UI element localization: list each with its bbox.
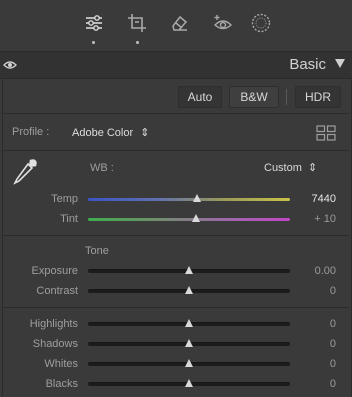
eye-icon[interactable] <box>3 58 17 72</box>
contrast-slider-thumb[interactable] <box>185 286 193 294</box>
chevron-updown-icon: ⇕ <box>140 127 150 139</box>
contrast-label: Contrast <box>36 285 78 297</box>
shadows-value[interactable]: 0 <box>300 338 336 350</box>
highlights-value[interactable]: 0 <box>300 318 336 330</box>
divider <box>3 113 349 114</box>
temp-label: Temp <box>51 193 78 205</box>
triangle-down-icon[interactable] <box>335 59 345 68</box>
auto-button[interactable]: Auto <box>178 86 222 108</box>
profile-select[interactable]: Adobe Color ⇕ <box>72 126 149 139</box>
shadows-label: Shadows <box>32 338 78 350</box>
edit-sliders-icon[interactable] <box>83 12 105 34</box>
crop-icon[interactable] <box>126 12 148 34</box>
tool-strip <box>0 0 352 50</box>
red-eye-icon[interactable] <box>212 12 234 34</box>
divider <box>3 235 349 236</box>
wb-value: Custom <box>264 162 302 174</box>
exposure-slider-thumb[interactable] <box>185 266 193 274</box>
divider <box>3 150 349 151</box>
wb-select[interactable]: Custom ⇕ <box>264 161 317 174</box>
contrast-value[interactable]: 0 <box>300 285 336 297</box>
highlights-slider-thumb[interactable] <box>185 319 193 327</box>
masking-icon[interactable] <box>250 12 272 34</box>
grid-icon[interactable] <box>316 125 336 141</box>
active-tool-dot <box>92 41 95 44</box>
whites-slider-thumb[interactable] <box>185 359 193 367</box>
hdr-button[interactable]: HDR <box>295 86 341 108</box>
temp-slider-thumb[interactable] <box>193 194 201 202</box>
tint-slider-track[interactable] <box>88 218 290 221</box>
temp-slider-track[interactable] <box>88 198 290 201</box>
profile-value: Adobe Color <box>72 127 134 139</box>
whites-value[interactable]: 0 <box>300 358 336 370</box>
temp-value[interactable]: 7440 <box>300 193 336 205</box>
basic-panel-header[interactable]: Basic <box>0 51 352 79</box>
whites-label: Whites <box>44 358 78 370</box>
divider <box>3 307 349 308</box>
panel-title: Basic <box>289 56 326 73</box>
highlights-label: Highlights <box>29 318 78 330</box>
eyedropper-icon[interactable] <box>10 156 40 188</box>
shadows-slider-thumb[interactable] <box>185 339 193 347</box>
tint-value[interactable]: + 10 <box>300 213 336 225</box>
exposure-value[interactable]: 0.00 <box>300 265 336 277</box>
blacks-value[interactable]: 0 <box>300 378 336 390</box>
tint-slider-thumb[interactable] <box>192 214 200 222</box>
bw-button[interactable]: B&W <box>229 86 279 108</box>
tone-heading: Tone <box>85 245 109 257</box>
button-separator <box>286 89 287 105</box>
blacks-label: Blacks <box>45 378 78 390</box>
chevron-updown-icon: ⇕ <box>307 162 318 174</box>
tint-label: Tint <box>60 213 78 225</box>
profile-label: Profile : <box>12 126 50 138</box>
healing-eraser-icon[interactable] <box>168 12 190 34</box>
wb-label: WB : <box>90 162 114 174</box>
exposure-label: Exposure <box>31 265 78 277</box>
tool-indicator-dot <box>136 41 139 44</box>
blacks-slider-thumb[interactable] <box>185 379 193 387</box>
